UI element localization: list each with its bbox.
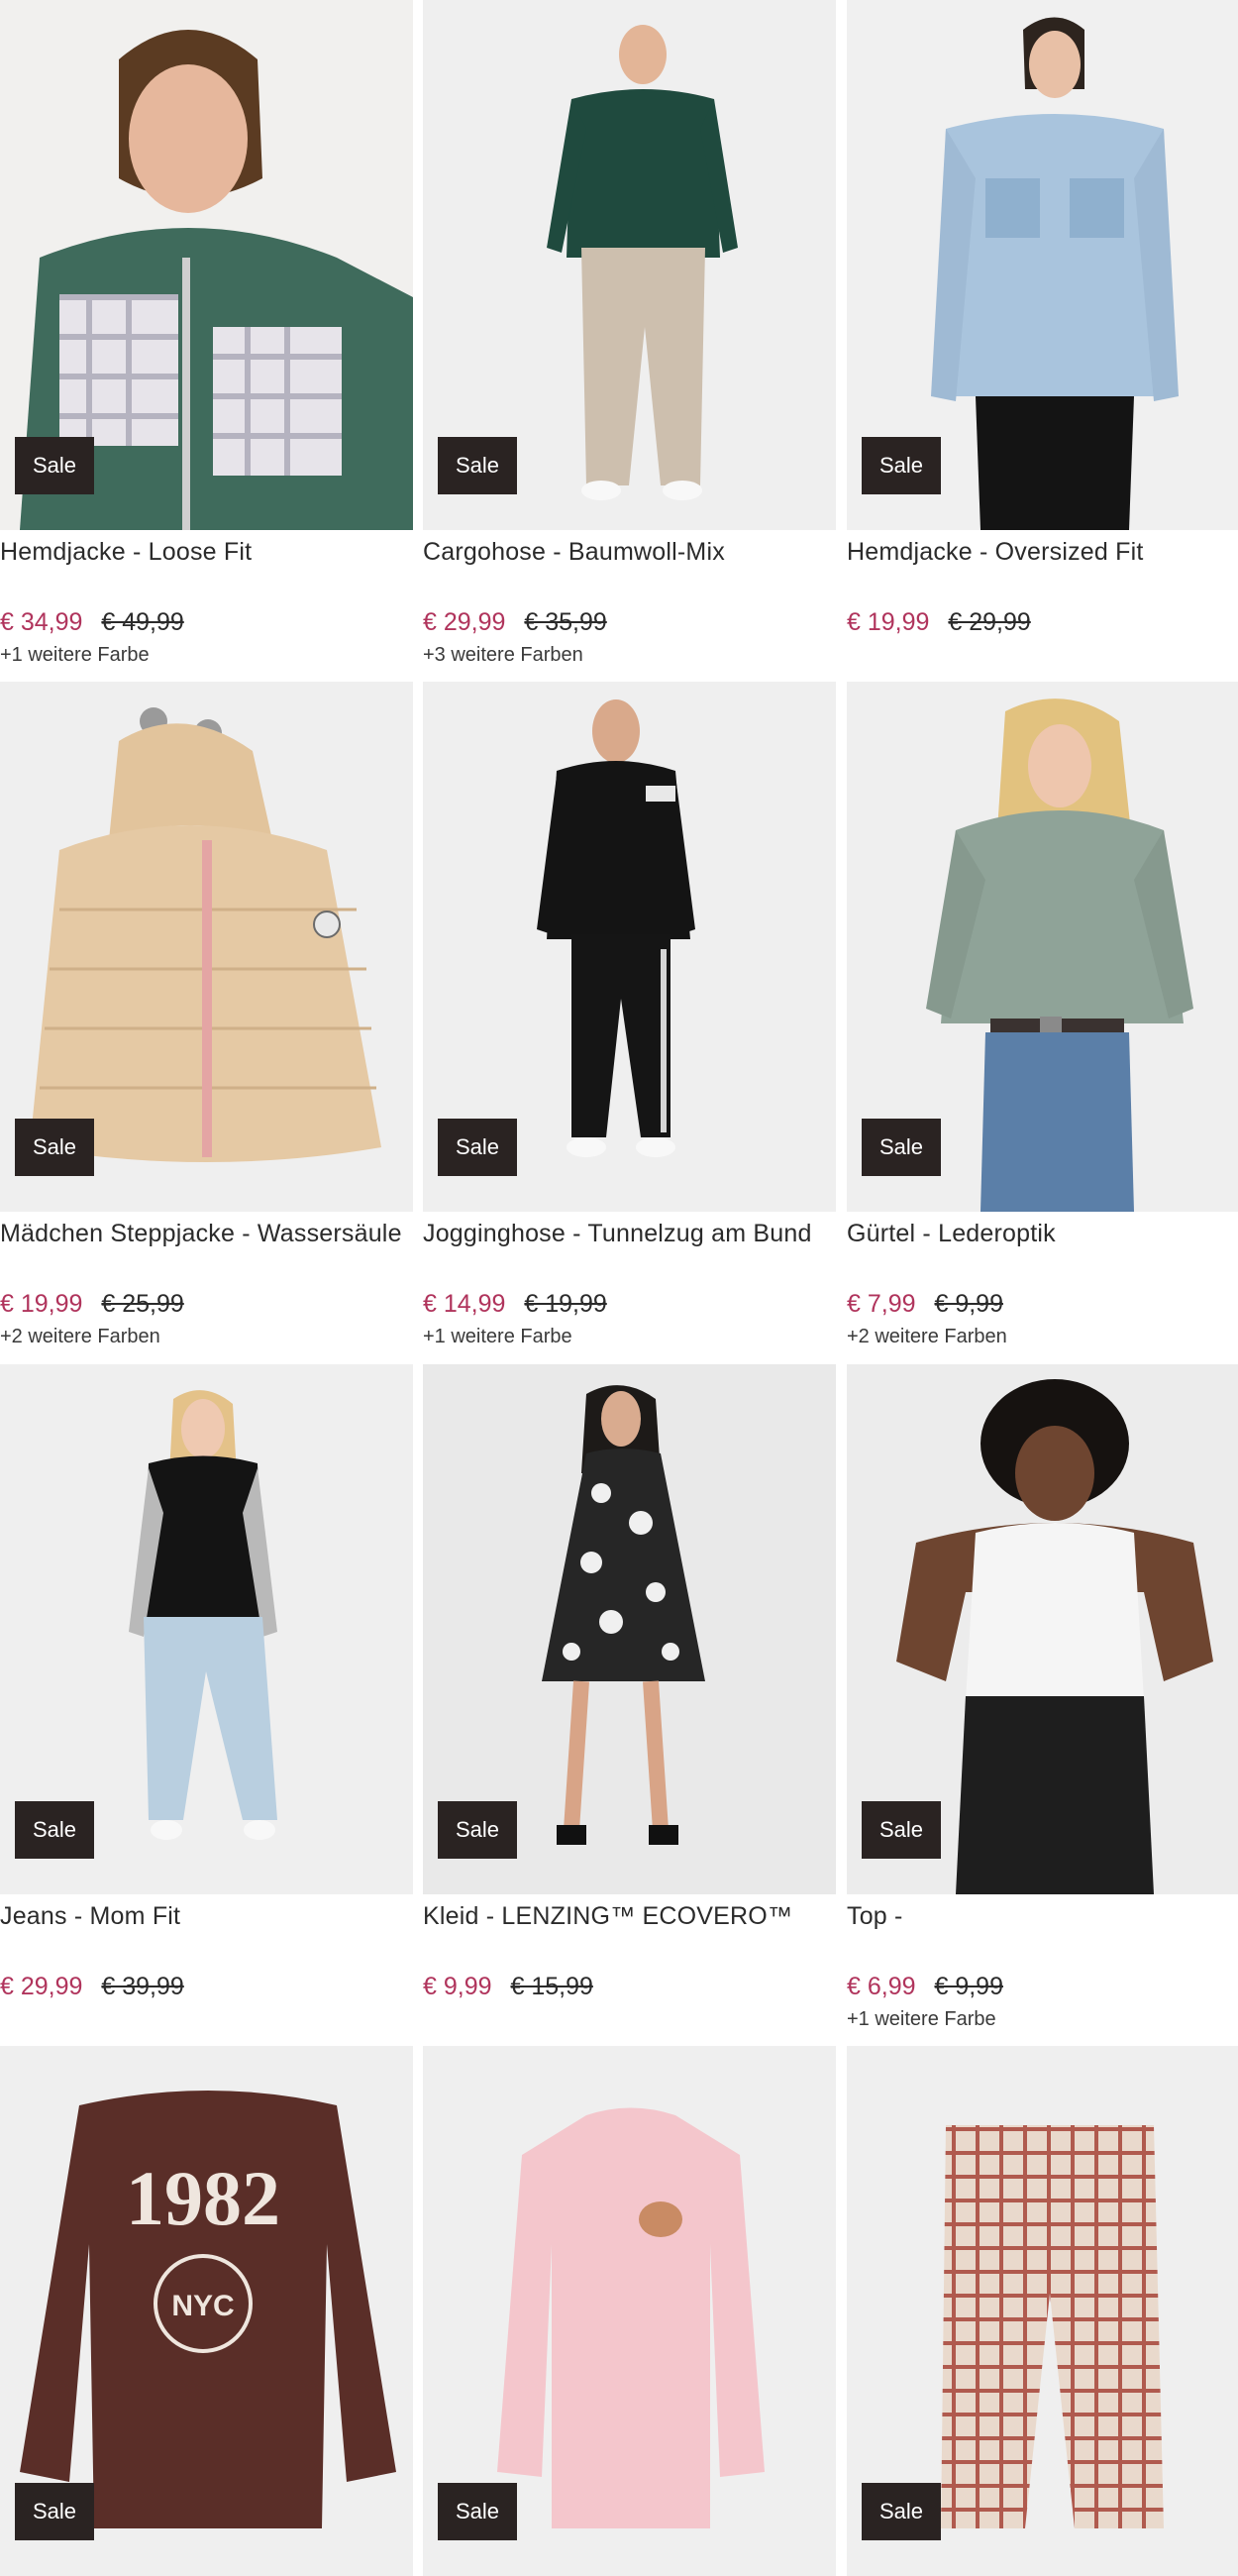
original-price: € 49,99	[101, 608, 184, 636]
price-row: € 29,99 € 39,99	[0, 1970, 413, 2003]
product-name[interactable]: Hemdjacke - Loose Fit	[0, 535, 413, 604]
product-card[interactable]: Sale Top - € 6,99 € 9,99 +1 weitere Farb…	[847, 1364, 1238, 2033]
sale-badge: Sale	[15, 1801, 95, 1859]
sale-badge: Sale	[862, 1801, 942, 1859]
product-image[interactable]: Sale	[0, 0, 413, 530]
original-price: € 9,99	[934, 1973, 1003, 2000]
sale-price: € 19,99	[0, 1290, 83, 1318]
product-image[interactable]: Sale	[0, 682, 413, 1212]
more-colors[interactable]: +2 weitere Farben	[847, 1323, 1238, 1350]
product-name[interactable]: Jeans - Mom Fit	[0, 1899, 413, 1969]
sale-price: € 7,99	[847, 1290, 916, 1318]
price-row: € 9,99 € 15,99	[423, 1970, 836, 2003]
original-price: € 39,99	[101, 1973, 184, 2000]
sale-badge: Sale	[15, 437, 95, 494]
more-colors[interactable]: +1 weitere Farbe	[0, 641, 413, 669]
sale-price: € 34,99	[0, 608, 83, 636]
product-image[interactable]: Sale	[423, 682, 836, 1212]
product-image[interactable]: Sale	[847, 682, 1238, 1212]
sale-price: € 19,99	[847, 608, 930, 636]
product-name[interactable]: Kleid - LENZING™ ECOVERO™	[423, 1899, 836, 1969]
price-row: € 14,99 € 19,99	[423, 1287, 836, 1321]
product-card[interactable]: Sale	[423, 2046, 836, 2576]
product-card[interactable]: Sale Cargohose - Baumwoll-Mix € 29,99 € …	[423, 0, 836, 669]
sale-badge: Sale	[15, 1119, 95, 1176]
product-card[interactable]: Sale Kleid - LENZING™ ECOVERO™ € 9,99 € …	[423, 1364, 836, 2005]
more-colors[interactable]: +1 weitere Farbe	[423, 1323, 836, 1350]
product-grid: Sale Hemdjacke - Loose Fit € 34,99 € 49,…	[0, 0, 1238, 2576]
product-image[interactable]: Sale	[0, 1364, 413, 1894]
sale-badge: Sale	[862, 1119, 942, 1176]
more-colors[interactable]: +1 weitere Farbe	[847, 2005, 1238, 2033]
product-image[interactable]: 1982 NYC Sale	[0, 2046, 413, 2576]
price-row: € 6,99 € 9,99	[847, 1970, 1238, 2003]
price-row: € 19,99 € 25,99	[0, 1287, 413, 1321]
sale-badge: Sale	[438, 437, 518, 494]
product-card[interactable]: 1982 NYC Sale	[0, 2046, 413, 2576]
product-image[interactable]: Sale	[847, 0, 1238, 530]
price-row: € 29,99 € 35,99	[423, 605, 836, 639]
more-colors[interactable]: +3 weitere Farben	[423, 641, 836, 669]
sale-badge: Sale	[438, 1119, 518, 1176]
sale-price: € 29,99	[423, 608, 506, 636]
product-name[interactable]: Gürtel - Lederoptik	[847, 1217, 1238, 1286]
product-image[interactable]: Sale	[847, 1364, 1238, 1894]
product-name[interactable]: Cargohose - Baumwoll-Mix	[423, 535, 836, 604]
original-price: € 35,99	[524, 608, 607, 636]
product-name[interactable]: Hemdjacke - Oversized Fit	[847, 535, 1238, 604]
sale-badge: Sale	[15, 2483, 95, 2540]
product-image[interactable]: Sale	[423, 0, 836, 530]
sale-price: € 14,99	[423, 1290, 506, 1318]
product-image[interactable]: Sale	[423, 1364, 836, 1894]
original-price: € 25,99	[101, 1290, 184, 1318]
product-card[interactable]: Sale Hemdjacke - Oversized Fit € 19,99 €…	[847, 0, 1238, 641]
shirt-print-1982: 1982	[126, 2155, 280, 2241]
price-row: € 19,99 € 29,99	[847, 605, 1238, 639]
product-name[interactable]: Jogginghose - Tunnelzug am Bund	[423, 1217, 836, 1286]
sale-badge: Sale	[438, 1801, 518, 1859]
sale-price: € 9,99	[423, 1973, 492, 2000]
product-card[interactable]: Sale	[847, 2046, 1238, 2576]
product-name[interactable]: Top -	[847, 1899, 1238, 1969]
sale-badge: Sale	[438, 2483, 518, 2540]
shirt-print-nyc: NYC	[171, 2290, 234, 2322]
price-row: € 34,99 € 49,99	[0, 605, 413, 639]
sale-price: € 6,99	[847, 1973, 916, 2000]
product-name[interactable]: Mädchen Steppjacke - Wassersäule	[0, 1217, 413, 1286]
original-price: € 9,99	[934, 1290, 1003, 1318]
original-price: € 15,99	[510, 1973, 593, 2000]
product-image[interactable]: Sale	[423, 2046, 836, 2576]
original-price: € 29,99	[948, 608, 1031, 636]
price-row: € 7,99 € 9,99	[847, 1287, 1238, 1321]
product-image[interactable]: Sale	[847, 2046, 1238, 2576]
product-card[interactable]: Sale Jeans - Mom Fit € 29,99 € 39,99	[0, 1364, 413, 2005]
sale-badge: Sale	[862, 437, 942, 494]
product-card[interactable]: Sale Hemdjacke - Loose Fit € 34,99 € 49,…	[0, 0, 413, 669]
sale-badge: Sale	[862, 2483, 942, 2540]
more-colors[interactable]: +2 weitere Farben	[0, 1323, 413, 1350]
sale-price: € 29,99	[0, 1973, 83, 2000]
product-card[interactable]: Sale Mädchen Steppjacke - Wassersäule € …	[0, 682, 413, 1350]
product-card[interactable]: Sale Gürtel - Lederoptik € 7,99 € 9,99 +…	[847, 682, 1238, 1350]
product-card[interactable]: Sale Jogginghose - Tunnelzug am Bund € 1…	[423, 682, 836, 1350]
original-price: € 19,99	[524, 1290, 607, 1318]
